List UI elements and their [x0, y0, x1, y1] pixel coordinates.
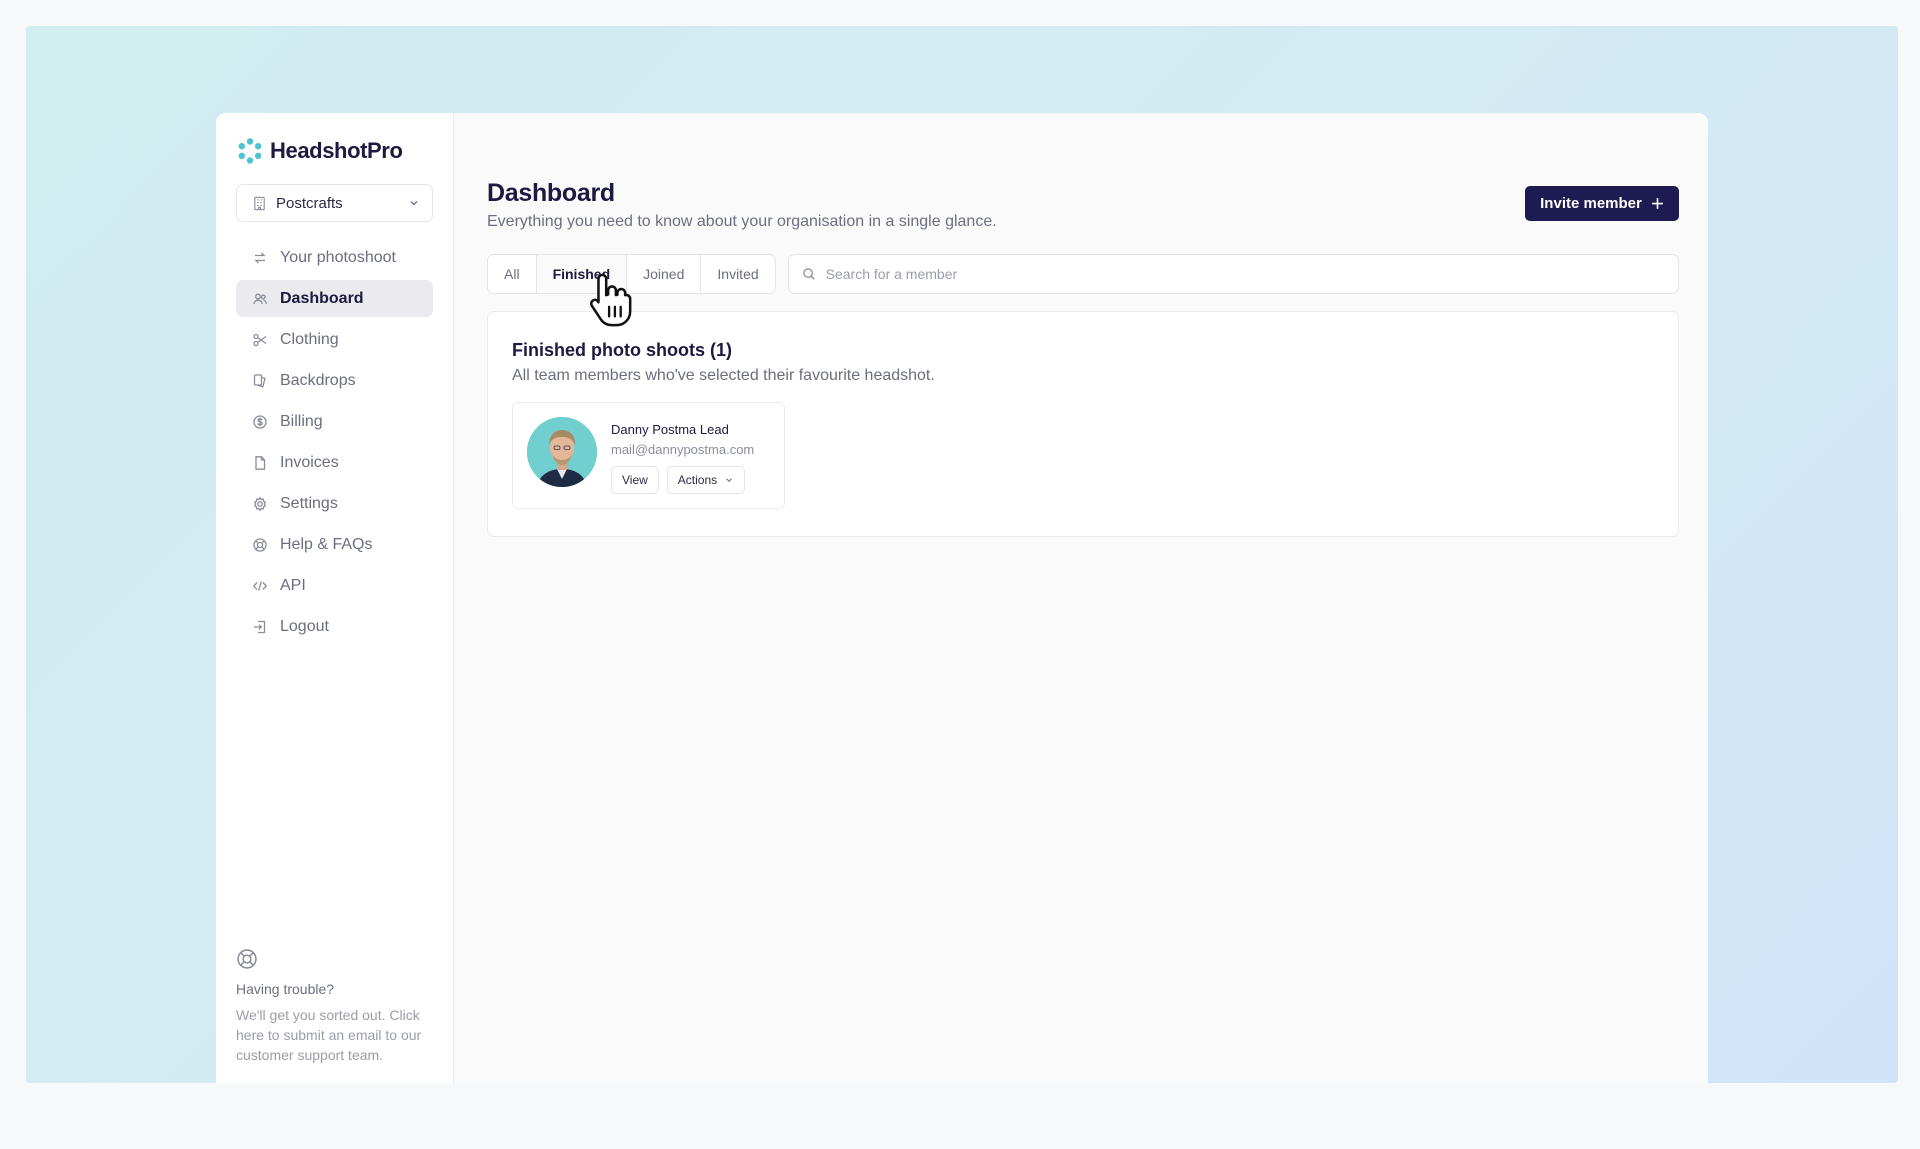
sidebar: HeadshotPro Postcrafts Your photoshoot D…: [216, 113, 454, 1083]
tab-joined[interactable]: Joined: [627, 255, 702, 293]
help-title: Having trouble?: [236, 981, 335, 997]
dollar-circle-icon: [253, 414, 267, 429]
search-icon: [802, 268, 815, 280]
users-icon: [253, 293, 267, 304]
sidebar-item-clothing[interactable]: Clothing: [236, 321, 433, 358]
chevron-down-icon: [726, 478, 733, 483]
image-stack-icon: [253, 373, 266, 388]
brand[interactable]: HeadshotPro: [237, 137, 433, 165]
sidebar-item-label: API: [280, 576, 306, 594]
invite-member-label: Invite member: [1540, 195, 1642, 212]
sidebar-item-label: Dashboard: [280, 289, 364, 307]
help-box[interactable]: Having trouble? We'll get you sorted out…: [236, 948, 436, 1065]
plus-icon: [1651, 198, 1663, 209]
sidebar-item-logout[interactable]: Logout: [236, 608, 433, 645]
sidebar-nav: Your photoshoot Dashboard Clothing Backd…: [236, 239, 433, 645]
sidebar-item-backdrops[interactable]: Backdrops: [236, 362, 433, 399]
sidebar-item-label: Settings: [280, 494, 338, 512]
view-button[interactable]: View: [611, 466, 659, 494]
brand-name: HeadshotPro: [270, 138, 403, 163]
scissors-icon: [253, 333, 267, 346]
organisation-select[interactable]: Postcrafts: [236, 184, 433, 222]
member-info: Danny Postma Lead mail@dannypostma.com V…: [611, 417, 754, 508]
app-window: HeadshotPro Postcrafts Your photoshoot D…: [216, 113, 1708, 1083]
sidebar-item-your-photoshoot[interactable]: Your photoshoot: [236, 239, 433, 276]
organisation-select-value: Postcrafts: [276, 194, 343, 212]
member-name: Danny Postma Lead: [611, 422, 729, 437]
member-filter-tabs: All Finished Joined Invited: [487, 254, 776, 294]
main-content: Dashboard Everything you need to know ab…: [454, 113, 1708, 1083]
page-title: Dashboard: [487, 179, 615, 207]
invite-member-button[interactable]: Invite member: [1525, 186, 1679, 221]
sidebar-item-label: Clothing: [280, 330, 339, 348]
chevron-down-icon: [410, 201, 418, 206]
headshot-portrait-image: [527, 417, 597, 487]
panel-subtitle: All team members who've selected their f…: [512, 367, 935, 384]
member-email: mail@dannypostma.com: [611, 442, 755, 457]
actions-dropdown-button[interactable]: Actions: [666, 466, 746, 494]
member-card-actions: View Actions: [611, 466, 754, 494]
sidebar-item-label: Billing: [280, 412, 323, 430]
sidebar-item-settings[interactable]: Settings: [236, 485, 433, 522]
actions-label: Actions: [677, 473, 718, 487]
sidebar-item-dashboard[interactable]: Dashboard: [236, 280, 433, 317]
brand-logo-icon: [238, 138, 262, 164]
tab-all[interactable]: All: [488, 255, 537, 293]
code-icon: [252, 580, 268, 591]
tab-finished[interactable]: Finished: [536, 255, 628, 293]
search-input[interactable]: [825, 266, 1678, 282]
sidebar-item-billing[interactable]: Billing: [236, 403, 433, 440]
help-text[interactable]: We'll get you sorted out. Click here to …: [236, 1005, 436, 1065]
document-icon: [255, 455, 266, 470]
panel-title: Finished photo shoots (1): [512, 340, 732, 360]
sidebar-item-label: Help & FAQs: [280, 535, 373, 553]
logout-icon: [253, 620, 266, 633]
member-search[interactable]: [787, 254, 1679, 294]
sidebar-item-invoices[interactable]: Invoices: [236, 444, 433, 481]
sidebar-item-label: Your photoshoot: [280, 248, 396, 266]
lifebuoy-icon: [237, 949, 257, 969]
sidebar-item-help-faqs[interactable]: Help & FAQs: [236, 526, 433, 563]
building-icon: [254, 196, 265, 210]
sidebar-item-label: Invoices: [280, 453, 339, 471]
sidebar-item-api[interactable]: API: [236, 567, 433, 604]
avatar: [527, 417, 597, 487]
lifebuoy-icon: [253, 537, 267, 552]
gear-icon: [253, 496, 267, 511]
filter-toolbar: All Finished Joined Invited: [487, 254, 1679, 294]
sidebar-item-label: Backdrops: [280, 371, 356, 389]
finished-photoshoots-panel: Finished photo shoots (1) All team membe…: [487, 311, 1679, 537]
member-card: Danny Postma Lead mail@dannypostma.com V…: [512, 402, 785, 509]
swap-arrows-icon: [254, 252, 266, 263]
tab-invited[interactable]: Invited: [701, 255, 774, 293]
page-subtitle: Everything you need to know about your o…: [487, 213, 997, 230]
sidebar-item-label: Logout: [280, 617, 329, 635]
